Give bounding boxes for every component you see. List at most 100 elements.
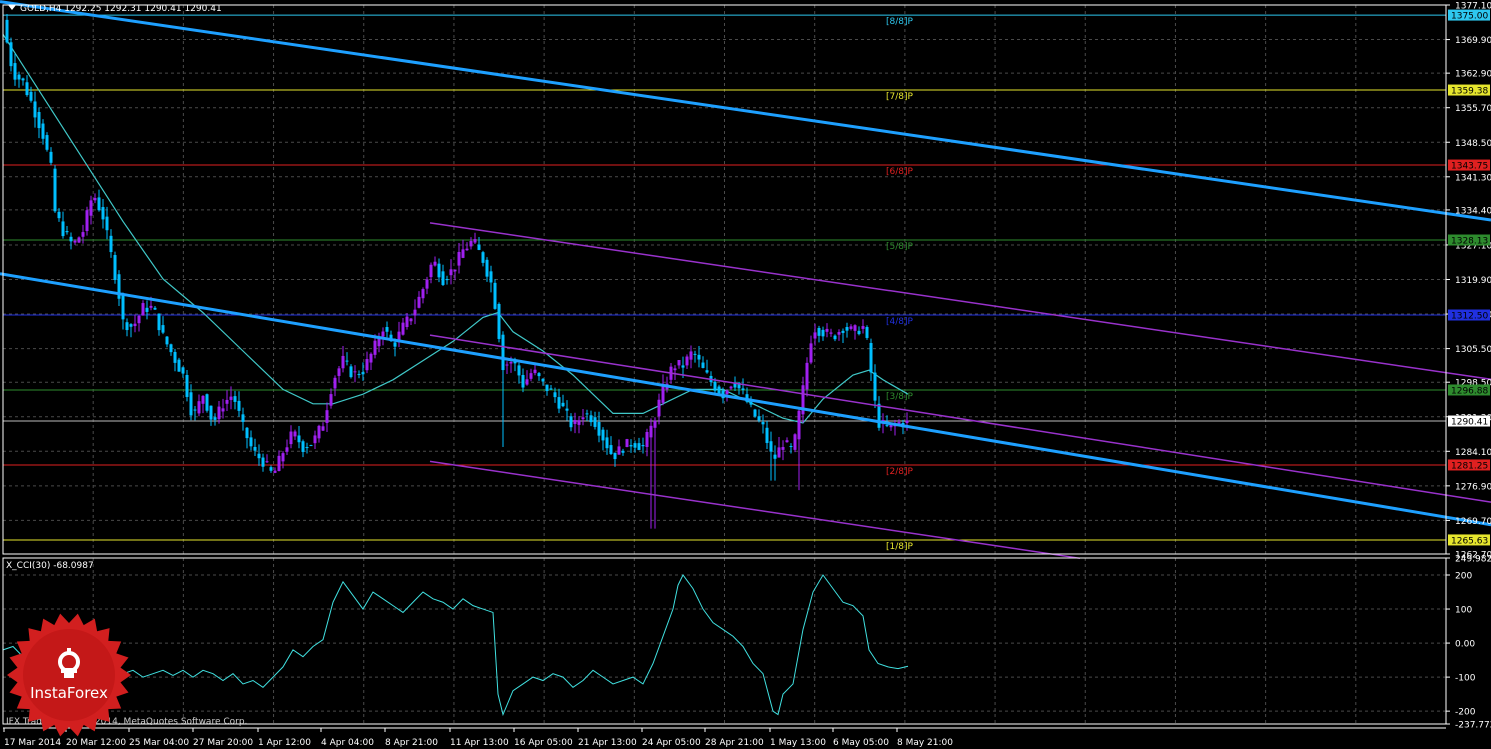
candle-body: [749, 401, 753, 405]
candle-body: [689, 351, 693, 360]
level-label: [6/8]P: [886, 167, 914, 177]
candle-body: [217, 406, 221, 420]
candle-body: [697, 354, 701, 360]
candle-body: [305, 446, 309, 449]
candle-body: [441, 271, 445, 285]
candle-body: [485, 259, 489, 277]
candle-body: [297, 435, 301, 443]
indicator-axis: 249.9824 200 100 0.00 -100 -200 -237.7724: [1446, 555, 1491, 731]
candle-body: [261, 457, 265, 467]
candle-body: [301, 441, 305, 452]
candle-body: [353, 371, 357, 373]
purple-channel-middle-line: [429, 334, 1491, 503]
candle-body: [565, 408, 569, 411]
candle-body: [173, 351, 177, 363]
candle-body: [817, 327, 821, 336]
time-tick-label: 11 Apr 13:00: [450, 738, 509, 748]
candle-body: [841, 330, 845, 333]
price-tick-label: 1276.90: [1455, 482, 1491, 492]
candle-body: [429, 264, 433, 278]
price-tick-label: 1341.30: [1455, 173, 1491, 183]
candle-body: [489, 271, 493, 283]
candle-body: [265, 461, 269, 463]
cci-line: [2, 574, 909, 717]
candle-body: [645, 431, 649, 447]
candle-body: [589, 415, 593, 423]
candle-body: [93, 198, 97, 201]
cci-tick-label: 100: [1455, 606, 1472, 616]
candle-body: [369, 353, 373, 363]
candle-body: [857, 330, 861, 335]
candle-body: [341, 355, 345, 369]
time-tick-label: 24 Apr 05:00: [642, 738, 701, 748]
candle-body: [585, 413, 589, 415]
time-tick-label: 20 Mar 12:00: [66, 738, 126, 748]
candle-body: [705, 370, 709, 373]
indicator-title: X_CCI(30) -68.0987: [6, 561, 94, 571]
indicator-grid: [3, 558, 1446, 724]
candle-body: [825, 328, 829, 332]
price-tag-label: 1296.88: [1451, 386, 1488, 396]
candle-body: [497, 303, 501, 339]
candle-body: [13, 63, 17, 80]
candle-body: [521, 374, 525, 388]
candle-body: [65, 231, 69, 233]
candle-body: [417, 296, 421, 308]
candle-body: [725, 390, 729, 395]
candle-body: [505, 364, 509, 366]
candle-body: [753, 409, 757, 417]
time-axis: 17 Mar 2014 20 Mar 12:00 25 Mar 04:00 27 Ma…: [3, 728, 953, 748]
candle-body: [273, 470, 277, 473]
candle-body: [729, 386, 733, 389]
price-tick-label: 1269.70: [1455, 517, 1491, 527]
candle-body: [105, 216, 109, 231]
candle-body: [121, 295, 125, 320]
candle-body: [165, 336, 169, 345]
time-tick-label: 21 Apr 13:00: [578, 738, 637, 748]
time-tick-label: 1 May 13:00: [770, 738, 826, 748]
candle-body: [865, 327, 869, 338]
price-tag-label: 1343.75: [1451, 162, 1488, 172]
candle-body: [641, 445, 645, 447]
candle-body: [617, 446, 621, 455]
candle-body: [741, 388, 745, 391]
candle-body: [253, 446, 257, 451]
symbol-quote-label: GOLD,H4 1292.25 1292.31 1290.41 1290.41: [20, 4, 222, 14]
candle-body: [345, 360, 349, 362]
candle-body: [777, 447, 781, 458]
candle-body: [517, 365, 521, 376]
candle-body: [21, 78, 25, 81]
price-tick-label: 1362.90: [1455, 70, 1491, 80]
price-tag-label: 1265.63: [1451, 536, 1488, 546]
candle-body: [193, 409, 197, 411]
candle-body: [293, 431, 297, 437]
candle-body: [257, 453, 261, 459]
dropdown-arrow-icon[interactable]: [8, 5, 16, 10]
trend-channels: [0, 0, 1491, 560]
candle-body: [577, 420, 581, 425]
candle-body: [409, 318, 413, 322]
candle-body: [625, 439, 629, 447]
time-tick-label: 16 Apr 05:00: [514, 738, 573, 748]
candle-body: [629, 445, 633, 447]
candle-body: [601, 429, 605, 441]
candle-body: [557, 397, 561, 409]
cci-tick-label: 200: [1455, 572, 1472, 582]
price-tick-label: 1319.90: [1455, 276, 1491, 286]
candle-body: [761, 422, 765, 425]
candle-body: [129, 324, 133, 327]
price-tag-label: 1375.00: [1451, 12, 1488, 22]
candle-body: [133, 323, 137, 327]
chart-window: [8/8]P [7/8]P [6/8]P [5/8]P [4/8]P [3/8]P [2/8…: [0, 0, 1491, 748]
candle-body: [853, 325, 857, 331]
candle-body: [285, 447, 289, 452]
candle-body: [177, 359, 181, 372]
level-label: [7/8]P: [886, 92, 914, 102]
candle-body: [57, 211, 61, 219]
candle-body: [349, 366, 353, 378]
candle-body: [461, 249, 465, 258]
candle-body: [313, 435, 317, 444]
price-tick-label: 1355.70: [1455, 104, 1491, 114]
cci-tick-label: -200: [1455, 708, 1476, 718]
candle-body: [373, 340, 377, 355]
